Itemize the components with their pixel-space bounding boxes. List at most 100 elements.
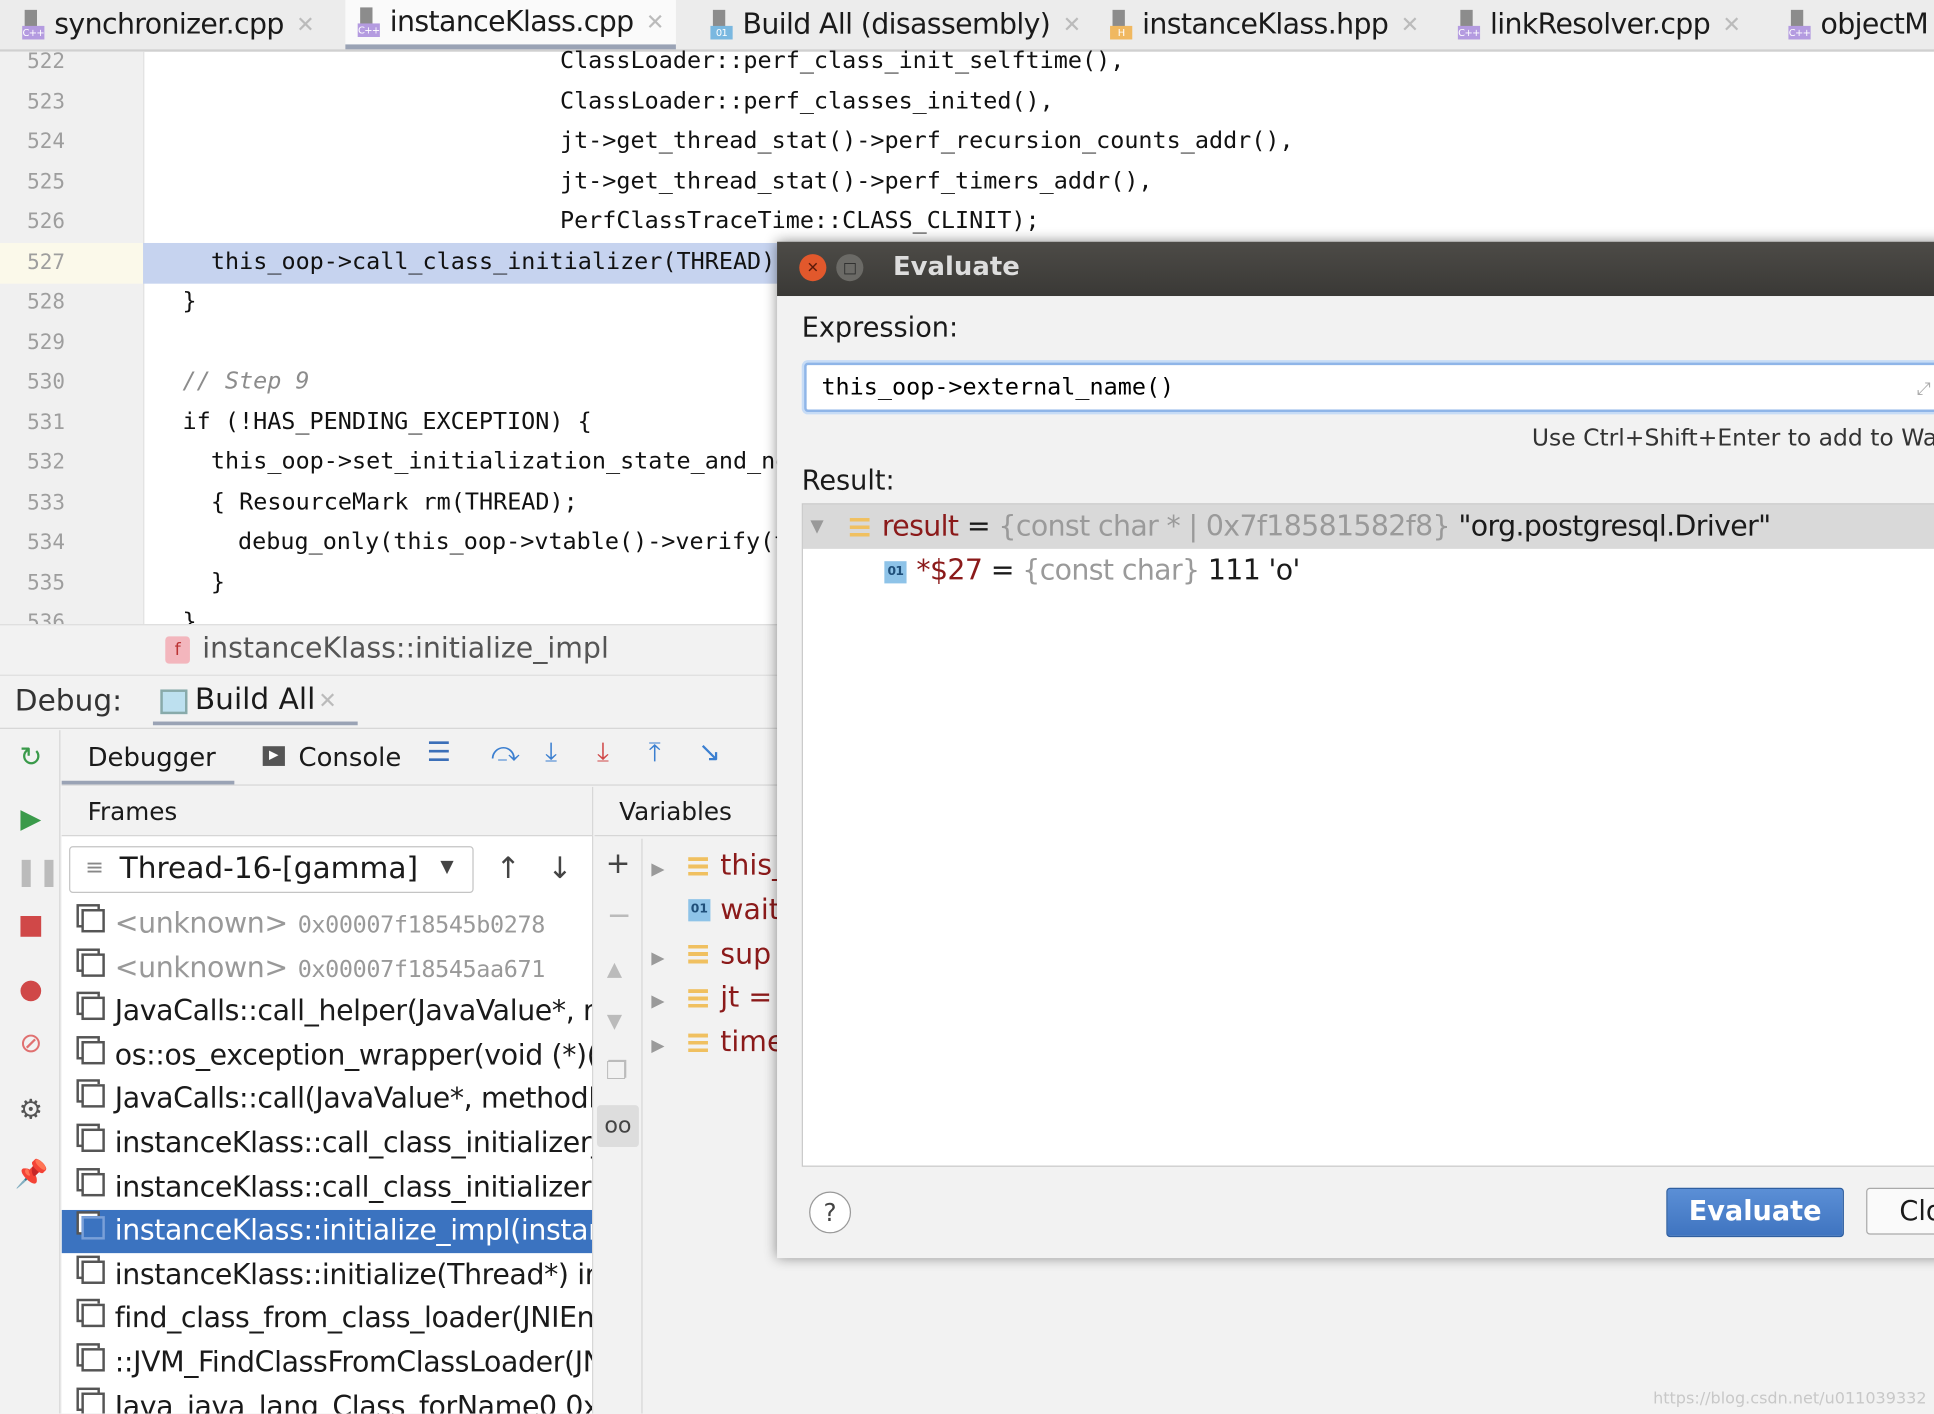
help-button[interactable]: ? bbox=[809, 1191, 852, 1234]
frame-item[interactable]: <unknown> 0x00007f18545b0278 bbox=[62, 903, 592, 946]
frame-item[interactable]: JavaCalls::call(JavaValue*, methodHandle… bbox=[62, 1078, 592, 1121]
code-line[interactable]: jt->get_thread_stat()->perf_timers_addr(… bbox=[560, 167, 1153, 194]
view-breakpoints-icon[interactable]: ● bbox=[15, 974, 47, 1006]
variable-item[interactable]: ▶ this_ bbox=[651, 844, 777, 888]
code-line[interactable]: jt->get_thread_stat()->perf_recursion_co… bbox=[560, 127, 1294, 154]
expand-editor-icon[interactable]: ⤢ bbox=[1917, 380, 1931, 400]
frame-item[interactable]: Java_java_lang_Class_forName0 0x bbox=[62, 1386, 592, 1414]
variables-toolbar: + − ▲ ▼ ❐ oo bbox=[594, 838, 643, 1414]
tab-instanceklass-cpp[interactable]: C++ instanceKlass.cpp ✕ bbox=[345, 0, 677, 50]
code-line[interactable]: this_oop->set_initialization_state_and_n… bbox=[211, 448, 846, 475]
variable-item[interactable]: ▶ time bbox=[651, 1020, 777, 1064]
line-gutter[interactable] bbox=[0, 51, 145, 625]
result-child-row[interactable]: 01 *$27 = {const char} 111 'o' bbox=[803, 549, 1934, 593]
run-to-cursor-icon[interactable]: ↘ bbox=[698, 738, 721, 769]
frame-name: <unknown> bbox=[114, 951, 288, 984]
frame-item[interactable]: instanceKlass::call_class_initializer(Th… bbox=[62, 1166, 592, 1209]
code-line[interactable]: if (!HAS_PENDING_EXCEPTION) { bbox=[183, 408, 592, 435]
code-line[interactable]: } bbox=[211, 568, 225, 595]
dialog-title-bar[interactable]: ✕ □ Evaluate bbox=[777, 241, 1934, 297]
close-window-icon[interactable]: ✕ bbox=[799, 254, 827, 282]
variables-header: Variables bbox=[594, 786, 778, 837]
code-line[interactable]: PerfClassTraceTime::CLASS_CLINIT); bbox=[560, 207, 1040, 234]
result-value: "org.postgresql.Driver" bbox=[1458, 510, 1771, 543]
step-into-icon[interactable]: ⤓ bbox=[545, 738, 557, 769]
variable-item[interactable]: ▶ jt = { bbox=[651, 976, 777, 1020]
move-down-icon[interactable]: ▼ bbox=[607, 1009, 622, 1032]
frame-name: instanceKlass::initialize_impl(instanceK… bbox=[114, 1215, 592, 1248]
evaluate-button[interactable]: Evaluate bbox=[1666, 1187, 1844, 1238]
show-watches-glasses-icon[interactable]: oo bbox=[596, 1105, 639, 1148]
code-line[interactable]: ClassLoader::perf_classes_inited(), bbox=[560, 87, 1054, 114]
previous-frame-icon[interactable]: ↑ bbox=[496, 851, 521, 886]
frame-item[interactable]: instanceKlass::initialize_impl(instanceK… bbox=[61, 1210, 593, 1254]
step-out-icon[interactable]: ⤒ bbox=[649, 738, 661, 769]
remove-watch-icon[interactable]: − bbox=[607, 898, 632, 933]
tab-linkresolver-cpp[interactable]: C++ linkResolver.cpp ✕ bbox=[1446, 0, 1753, 49]
tab-debugger[interactable]: Debugger bbox=[61, 730, 235, 785]
cpp-file-icon: C++ bbox=[357, 7, 383, 38]
tab-label: objectM bbox=[1820, 8, 1929, 41]
frame-name: instanceKlass::call_class_initializer_im… bbox=[114, 1127, 592, 1160]
add-watch-icon[interactable]: + bbox=[606, 846, 631, 881]
breadcrumb-label[interactable]: instanceKlass::initialize_impl bbox=[202, 633, 609, 665]
close-icon[interactable]: ✕ bbox=[1401, 12, 1420, 38]
close-icon[interactable]: ✕ bbox=[1722, 12, 1741, 38]
code-line[interactable]: } bbox=[183, 287, 197, 314]
frame-item[interactable]: <unknown> 0x00007f18545aa671 bbox=[62, 947, 592, 990]
rerun-icon[interactable]: ↻ bbox=[15, 743, 47, 775]
frame-item[interactable]: os::os_exception_wrapper(void (*)(JavaVa… bbox=[62, 1035, 592, 1078]
result-type: {const char * | 0x7f18581582f8} bbox=[998, 510, 1450, 543]
close-icon[interactable]: ✕ bbox=[646, 9, 665, 35]
expression-input[interactable] bbox=[804, 362, 1934, 412]
close-button[interactable]: Close bbox=[1866, 1187, 1934, 1235]
tab-synchronizer-cpp[interactable]: C++ synchronizer.cpp ✕ bbox=[10, 0, 327, 49]
variable-item[interactable]: ▶ sup bbox=[651, 932, 777, 976]
console-icon: ▶ bbox=[262, 746, 285, 766]
tab-console[interactable]: ▶ Console bbox=[259, 730, 419, 784]
pin-icon[interactable]: 📌 bbox=[15, 1159, 49, 1191]
step-over-icon[interactable]: ⤼ bbox=[491, 738, 520, 769]
expand-triangle-icon: ▶ bbox=[651, 992, 665, 1012]
close-icon[interactable]: ✕ bbox=[1063, 12, 1082, 38]
tab-objectm[interactable]: C++ objectM bbox=[1776, 0, 1934, 49]
settings-gear-icon[interactable]: ⚙ bbox=[15, 1095, 47, 1127]
result-tree[interactable]: ▼ result = {const char * | 0x7f18581582f… bbox=[801, 503, 1934, 1167]
layout-menu-icon[interactable]: ☰ bbox=[427, 738, 451, 769]
force-step-into-icon[interactable]: ⤓ bbox=[597, 738, 609, 769]
close-icon[interactable]: ✕ bbox=[318, 688, 337, 714]
session-tab-build-all[interactable]: Build All ✕ bbox=[152, 676, 358, 726]
move-up-icon[interactable]: ▲ bbox=[607, 957, 622, 980]
close-icon[interactable]: ✕ bbox=[296, 12, 315, 38]
pause-icon[interactable]: ❚❚ bbox=[15, 857, 60, 889]
code-line[interactable]: // Step 9 bbox=[183, 368, 310, 395]
maximize-window-icon[interactable]: □ bbox=[836, 254, 864, 282]
frame-item[interactable]: instanceKlass::initialize(Thread*) in bbox=[62, 1254, 592, 1297]
expand-triangle-icon: ▶ bbox=[651, 947, 665, 968]
stop-icon[interactable]: ■ bbox=[15, 910, 47, 942]
tab-instanceklass-hpp[interactable]: HinstanceKlass.hpp ✕ bbox=[1098, 0, 1431, 49]
function-icon: f bbox=[165, 636, 190, 664]
line-number: 528 bbox=[27, 289, 66, 315]
frame-name: Java_java_lang_Class_forName0 0x bbox=[114, 1390, 593, 1414]
code-line[interactable]: ClassLoader::perf_class_init_selftime(), bbox=[560, 47, 1124, 74]
stack-frame-icon bbox=[81, 1040, 105, 1065]
resume-icon[interactable]: ▶ bbox=[15, 804, 47, 836]
collapse-triangle-icon[interactable]: ▼ bbox=[810, 504, 823, 548]
code-line[interactable]: { ResourceMark rm(THREAD); bbox=[211, 488, 578, 515]
line-number: 533 bbox=[27, 490, 66, 515]
mute-breakpoints-icon[interactable]: ⊘ bbox=[15, 1029, 47, 1061]
frame-item[interactable]: instanceKlass::call_class_initializer_im… bbox=[62, 1122, 592, 1165]
frame-item[interactable]: JavaCalls::call_helper(JavaValue*, metho… bbox=[62, 991, 592, 1034]
frame-item[interactable]: find_class_from_class_loader(JNIEnv*, Sy… bbox=[62, 1298, 592, 1341]
line-number: 534 bbox=[27, 530, 66, 556]
copy-icon[interactable]: ❐ bbox=[606, 1056, 628, 1086]
frame-item[interactable]: ::JVM_FindClassFromClassLoader(JNIEnv*, … bbox=[62, 1342, 592, 1385]
result-row[interactable]: ▼ result = {const char * | 0x7f18581582f… bbox=[802, 504, 1934, 549]
tab-build-all-disassembly-[interactable]: 01 Build All (disassembly) ✕ bbox=[698, 0, 1093, 49]
code-line[interactable]: this_oop->call_class_initializer(THREAD)… bbox=[211, 247, 789, 274]
next-frame-icon[interactable]: ↓ bbox=[548, 851, 573, 886]
thread-selector[interactable]: ≡ Thread-16-[gamma] ▼ bbox=[69, 846, 474, 893]
variable-item[interactable]: 01 wait bbox=[651, 888, 777, 932]
frame-name: JavaCalls::call_helper(JavaValue*, metho… bbox=[114, 995, 592, 1028]
